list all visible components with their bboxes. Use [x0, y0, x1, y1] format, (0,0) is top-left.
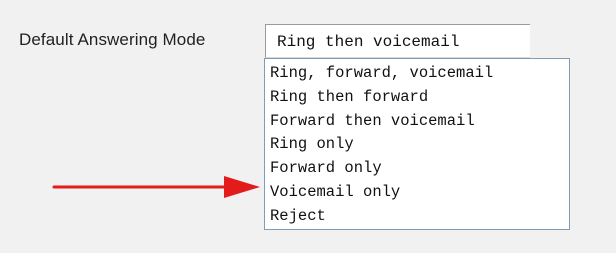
selected-value: Ring then voicemail: [277, 33, 460, 51]
arrow-head: [224, 176, 260, 198]
option-forward-then-voicemail[interactable]: Forward then voicemail: [265, 110, 569, 134]
option-voicemail-only[interactable]: Voicemail only: [265, 181, 569, 205]
option-forward-only[interactable]: Forward only: [265, 157, 569, 181]
option-ring-only[interactable]: Ring only: [265, 133, 569, 157]
answering-mode-label: Default Answering Mode: [19, 30, 206, 49]
option-ring-forward-voicemail[interactable]: Ring, forward, voicemail: [265, 62, 569, 86]
answering-mode-options: Ring, forward, voicemail Ring then forwa…: [264, 58, 570, 230]
option-ring-then-forward[interactable]: Ring then forward: [265, 86, 569, 110]
option-reject[interactable]: Reject: [265, 205, 569, 229]
answering-mode-select[interactable]: Ring then voicemail: [265, 24, 530, 58]
arrow-right-icon: [52, 176, 260, 198]
settings-panel: Default Answering Mode Ring then voicema…: [0, 0, 616, 259]
